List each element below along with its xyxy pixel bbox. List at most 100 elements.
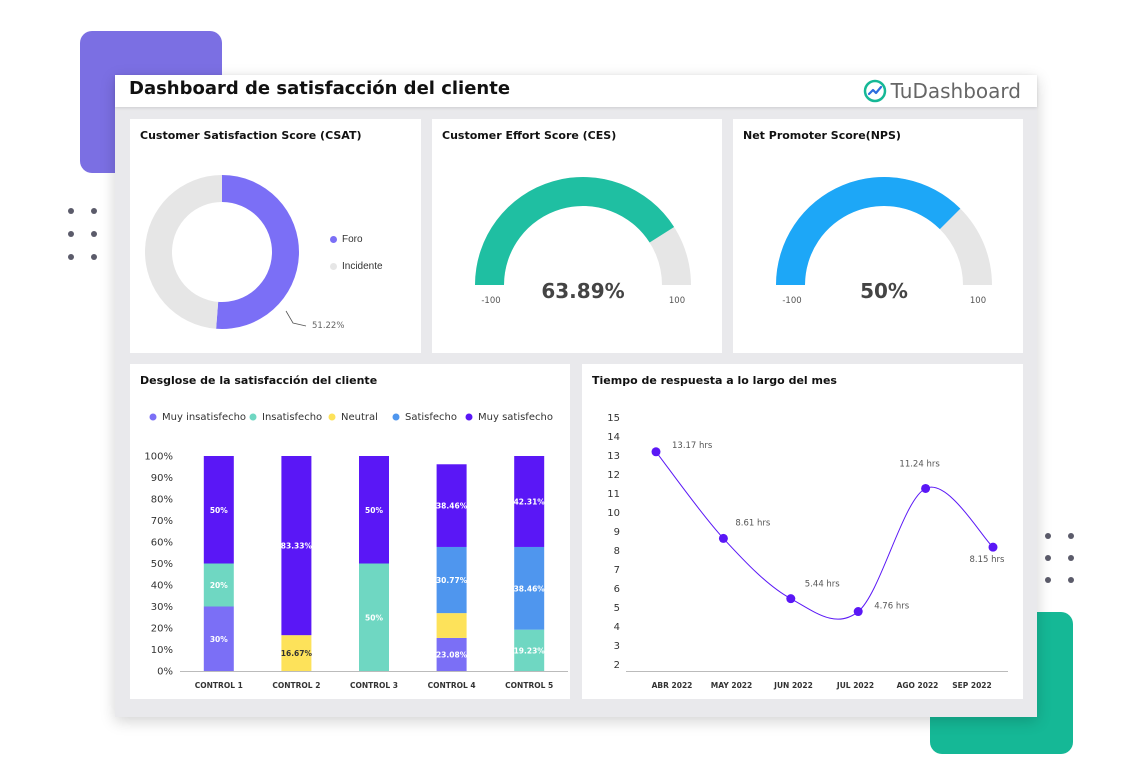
legend-swatch (330, 263, 337, 270)
breakdown-stacked-bar-chart: Muy insatisfecho Insatisfecho Neutral Satis… (144, 412, 568, 690)
bar-data-label: 42.31% (514, 497, 546, 506)
legend-swatch-satisfecho (392, 413, 400, 421)
brand-name: TuDashboard (890, 79, 1021, 103)
nps-card: Net Promoter Score(NPS) 50% -100 100 (733, 119, 1023, 353)
legend-swatch-insatisfecho (249, 413, 257, 421)
bar-segment-neutral (436, 613, 467, 638)
x-tick-label: JUN 2022 (773, 681, 813, 690)
y-tick-label: 0% (157, 667, 173, 678)
gauge-max-label: 100 (669, 296, 685, 306)
data-point (718, 533, 728, 543)
decorative-dots-right (1045, 533, 1085, 593)
bar-data-label: 83.33% (281, 542, 313, 551)
y-tick-label: 4 (614, 622, 620, 633)
y-tick-label: 10% (151, 645, 173, 656)
legend-swatch (330, 236, 337, 243)
y-tick-label: 15 (607, 413, 620, 424)
x-tick-label: CONTROL 5 (505, 681, 553, 690)
y-tick-label: 3 (614, 641, 620, 652)
csat-card: Customer Satisfaction Score (CSAT) 51.22… (130, 119, 421, 353)
response-line-chart: 2 3 4 5 6 7 8 9 10 11 12 13 14 15 ABR 2022 MAY 2022 JUN … (607, 413, 1008, 690)
y-tick-label: 80% (151, 495, 173, 506)
gauge-value-label: 63.89% (541, 279, 624, 303)
bar-data-label: 20% (210, 581, 228, 590)
bar-data-label: 23.08% (436, 650, 468, 659)
data-point (921, 483, 931, 493)
bar-data-label: 30% (210, 635, 228, 644)
data-label: 4.76 hrs (874, 602, 910, 612)
legend-label-muy_satisfecho: Muy satisfecho (478, 412, 553, 423)
y-tick-label: 8 (614, 546, 620, 557)
bar-data-label: 50% (365, 613, 383, 622)
x-tick-label: CONTROL 3 (350, 681, 398, 690)
bar-data-label: 38.46% (514, 584, 546, 593)
y-tick-label: 60% (151, 538, 173, 549)
y-tick-label: 2 (614, 660, 620, 671)
bar-data-label: 38.46% (436, 502, 468, 511)
gauge-max-label: 100 (970, 296, 986, 306)
x-tick-label: AGO 2022 (897, 681, 939, 690)
gauge-value-label: 50% (860, 279, 908, 303)
x-tick-label: CONTROL 2 (272, 681, 320, 690)
x-tick-label: ABR 2022 (652, 681, 693, 690)
x-tick-label: MAY 2022 (711, 681, 752, 690)
gauge-fill (475, 177, 675, 285)
dashboard-frame: Dashboard de satisfacción del cliente Tu… (115, 75, 1037, 717)
legend-label-neutral: Neutral (341, 412, 378, 423)
brand-logo-icon (863, 79, 886, 103)
legend-swatch-muy_insatisfecho (149, 413, 157, 421)
legend-label: Incidente (342, 261, 383, 272)
x-tick-label: CONTROL 4 (428, 681, 476, 690)
y-tick-label: 7 (614, 565, 620, 576)
data-label: 13.17 hrs (672, 441, 713, 451)
y-tick-label: 40% (151, 581, 173, 592)
bar-data-label: 16.67% (281, 649, 313, 658)
legend-label: Foro (342, 234, 363, 245)
y-tick-label: 11 (607, 489, 620, 500)
data-point (786, 594, 796, 604)
brand: TuDashboard (863, 77, 1021, 105)
data-point (853, 607, 863, 617)
y-tick-label: 6 (614, 584, 620, 595)
bar-data-label: 30.77% (436, 576, 468, 585)
ces-card: Customer Effort Score (CES) 63.89% -100 10… (432, 119, 722, 353)
data-label: 8.61 hrs (735, 518, 771, 528)
y-tick-label: 12 (607, 470, 620, 481)
x-tick-label: JUL 2022 (836, 681, 874, 690)
legend-label-insatisfecho: Insatisfecho (262, 412, 322, 423)
legend-swatch-muy_satisfecho (465, 413, 473, 421)
bar-data-label: 19.23% (514, 646, 546, 655)
x-tick-label: CONTROL 1 (195, 681, 243, 690)
legend-label-satisfecho: Satisfecho (405, 412, 457, 423)
csat-label-leader (285, 310, 307, 327)
data-point (988, 542, 998, 552)
nps-gauge-chart: 50% -100 100 (776, 177, 992, 306)
data-label: 5.44 hrs (805, 580, 841, 590)
legend-swatch-neutral (328, 413, 336, 421)
data-point (651, 447, 661, 457)
breakdown-card: Desglose de la satisfacción del cliente … (130, 364, 570, 699)
decorative-dots-left (68, 208, 108, 268)
csat-legend-foro: Foro (330, 234, 363, 245)
y-tick-label: 50% (151, 559, 173, 570)
csat-data-label: 51.22% (312, 321, 344, 331)
y-tick-label: 10 (607, 508, 620, 519)
gauge-min-label: -100 (481, 296, 500, 306)
y-tick-label: 13 (607, 451, 620, 462)
page-title: Dashboard de satisfacción del cliente (129, 78, 511, 99)
bar-data-label: 50% (210, 506, 228, 515)
y-tick-label: 100% (144, 452, 173, 463)
data-label: 11.24 hrs (899, 459, 940, 469)
donut-slice-foro (216, 175, 300, 329)
ces-gauge-chart: 63.89% -100 100 (475, 177, 691, 306)
y-tick-label: 70% (151, 516, 173, 527)
y-tick-label: 9 (614, 527, 620, 538)
csat-legend-incidente: Incidente (330, 261, 383, 272)
response-series-line (655, 451, 994, 620)
y-tick-label: 5 (614, 603, 620, 614)
y-tick-label: 20% (151, 624, 173, 635)
csat-donut-chart: 51.22% (145, 175, 344, 331)
dashboard-header: Dashboard de satisfacción del cliente Tu… (115, 75, 1037, 107)
donut-slice-incidente (145, 175, 222, 329)
gauge-min-label: -100 (782, 296, 801, 306)
